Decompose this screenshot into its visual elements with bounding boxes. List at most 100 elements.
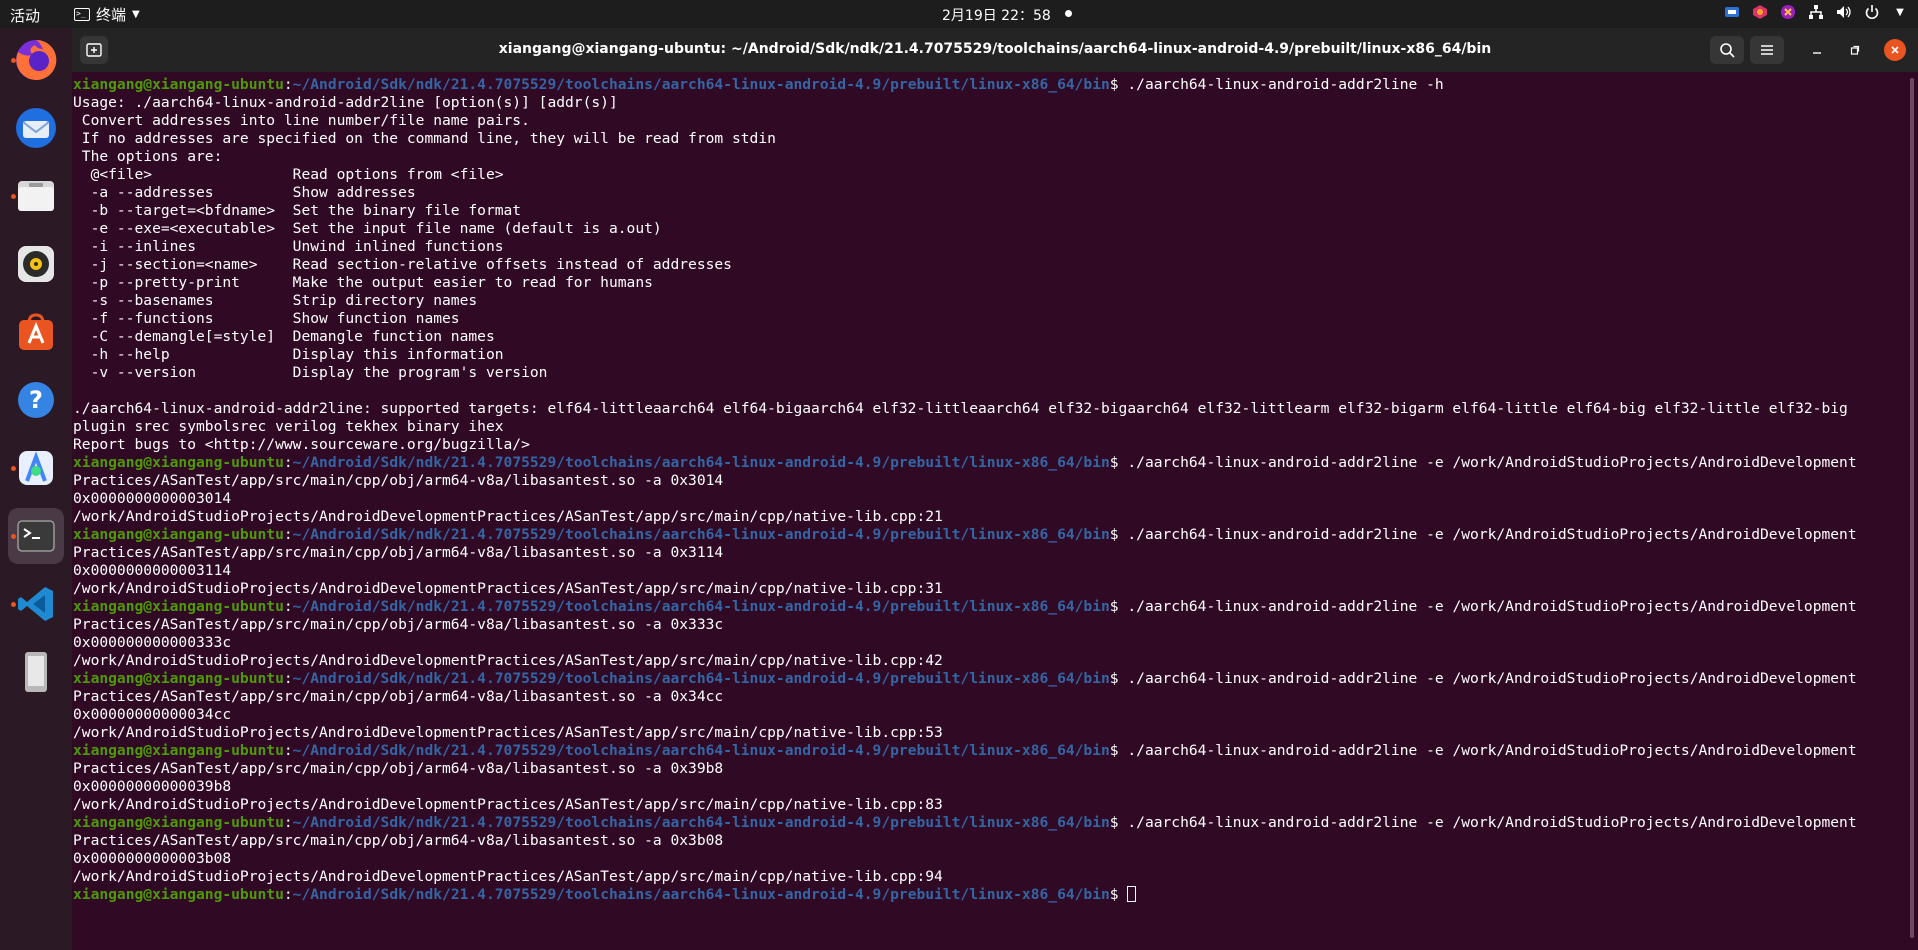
- software-store-icon: [19, 313, 53, 350]
- search-button[interactable]: [1710, 36, 1744, 64]
- close-button[interactable]: [1884, 39, 1906, 61]
- prompt-separator: :: [283, 814, 293, 831]
- prompt-separator: :: [283, 598, 293, 615]
- prompt-symbol: $: [1109, 76, 1128, 93]
- maximize-button[interactable]: [1845, 40, 1865, 60]
- notification-dot: [1065, 10, 1072, 17]
- output-line: -j --section=<name> Read section-relativ…: [73, 256, 732, 273]
- prompt-symbol: $: [1109, 670, 1128, 687]
- rhythmbox-icon: [18, 246, 54, 282]
- output-line: /work/AndroidStudioProjects/AndroidDevel…: [73, 652, 943, 669]
- output-line: -h --help Display this information: [73, 346, 504, 363]
- dock-item-files[interactable]: [8, 168, 64, 224]
- dock-item-android-studio[interactable]: [8, 440, 64, 496]
- prompt-separator: :: [283, 76, 293, 93]
- power-icon[interactable]: [1864, 4, 1880, 20]
- output-line: /work/AndroidStudioProjects/AndroidDevel…: [73, 580, 943, 597]
- dock-item-device[interactable]: [8, 644, 64, 700]
- help-icon: ?: [18, 382, 54, 418]
- output-line: -C --demangle[=style] Demangle function …: [73, 328, 495, 345]
- output-line: -e --exe=<executable> Set the input file…: [73, 220, 662, 237]
- command-text: ./aarch64-linux-android-addr2line -e /wo…: [1127, 526, 1857, 543]
- output-line: plugin srec symbolsrec verilog tekhex bi…: [73, 418, 504, 435]
- prompt-user: xiangang@xiangang-ubuntu: [73, 526, 284, 543]
- output-line: /work/AndroidStudioProjects/AndroidDevel…: [73, 724, 943, 741]
- output-line: /work/AndroidStudioProjects/AndroidDevel…: [73, 796, 943, 813]
- prompt-path: ~/Android/Sdk/ndk/21.4.7075529/toolchain…: [292, 670, 1110, 687]
- output-line: @<file> Read options from <file>: [73, 166, 504, 183]
- prompt-symbol: $: [1109, 814, 1128, 831]
- command-text: ./aarch64-linux-android-addr2line -e /wo…: [1127, 598, 1857, 615]
- app-menu[interactable]: >_ 终端 ▼: [74, 4, 140, 25]
- dock-item-terminal[interactable]: [8, 508, 64, 564]
- prompt-user: xiangang@xiangang-ubuntu: [73, 814, 284, 831]
- screen-recorder-icon[interactable]: [1780, 4, 1796, 20]
- top-bar: 活动 >_ 终端 ▼ 2月19日 22：58 ▼: [0, 0, 1918, 28]
- network-icon[interactable]: [1808, 4, 1824, 20]
- prompt-line: xiangang@xiangang-ubuntu:~/Android/Sdk/n…: [73, 742, 1903, 760]
- output-line: Practices/ASanTest/app/src/main/cpp/obj/…: [73, 832, 724, 849]
- device-icon: [25, 652, 47, 692]
- output-line: -f --functions Show function names: [73, 310, 460, 327]
- prompt-symbol: $: [1109, 886, 1128, 903]
- output-line: -v --version Display the program's versi…: [73, 364, 548, 381]
- firefox-icon: [16, 39, 57, 80]
- output-line: Practices/ASanTest/app/src/main/cpp/obj/…: [73, 616, 724, 633]
- output-line: 0x00000000000034cc: [73, 706, 232, 723]
- prompt-line: xiangang@xiangang-ubuntu:~/Android/Sdk/n…: [73, 886, 1903, 904]
- caret-down-icon: ▼: [132, 9, 140, 20]
- minimize-icon: [1813, 52, 1821, 54]
- output-line: Practices/ASanTest/app/src/main/cpp/obj/…: [73, 544, 724, 561]
- output-line: /work/AndroidStudioProjects/AndroidDevel…: [73, 868, 943, 885]
- prompt-separator: :: [283, 526, 293, 543]
- output-line: Convert addresses into line number/file …: [73, 112, 530, 129]
- app-indicator-icon[interactable]: [1752, 4, 1768, 20]
- app-menu-label: 终端: [96, 6, 127, 24]
- menu-button[interactable]: [1750, 36, 1784, 64]
- terminal-output: xiangang@xiangang-ubuntu:~/Android/Sdk/n…: [73, 76, 1903, 904]
- dock-item-software[interactable]: [8, 304, 64, 360]
- output-line: -p --pretty-print Make the output easier…: [73, 274, 653, 291]
- scrollbar[interactable]: [1910, 78, 1914, 938]
- prompt-path: ~/Android/Sdk/ndk/21.4.7075529/toolchain…: [292, 598, 1110, 615]
- prompt-line: xiangang@xiangang-ubuntu:~/Android/Sdk/n…: [73, 526, 1903, 544]
- output-line: If no addresses are specified on the com…: [73, 130, 776, 147]
- terminal-icon: [17, 520, 55, 552]
- dock-item-help[interactable]: ?: [8, 372, 64, 428]
- prompt-symbol: $: [1109, 526, 1128, 543]
- dock-item-firefox[interactable]: [8, 32, 64, 88]
- prompt-symbol: $: [1109, 742, 1128, 759]
- prompt-separator: :: [283, 742, 293, 759]
- command-text: ./aarch64-linux-android-addr2line -e /wo…: [1127, 814, 1857, 831]
- output-line: 0x000000000000333c: [73, 634, 232, 651]
- prompt-line: xiangang@xiangang-ubuntu:~/Android/Sdk/n…: [73, 454, 1903, 472]
- volume-icon[interactable]: [1836, 4, 1852, 20]
- input-method-icon[interactable]: [1724, 4, 1740, 20]
- prompt-path: ~/Android/Sdk/ndk/21.4.7075529/toolchain…: [292, 454, 1110, 471]
- command-text: ./aarch64-linux-android-addr2line -e /wo…: [1127, 454, 1857, 471]
- output-line: -s --basenames Strip directory names: [73, 292, 478, 309]
- clock[interactable]: 2月19日 22：58: [942, 5, 1051, 25]
- window-title: xiangang@xiangang-ubuntu: ~/Android/Sdk/…: [498, 41, 1492, 57]
- dock-item-vscode[interactable]: [8, 576, 64, 632]
- prompt-line: xiangang@xiangang-ubuntu:~/Android/Sdk/n…: [73, 670, 1903, 688]
- running-indicator: [11, 602, 16, 607]
- output-line: Report bugs to <http://www.sourceware.or…: [73, 436, 530, 453]
- output-line: 0x0000000000003b08: [73, 850, 232, 867]
- thunderbird-icon: [16, 108, 56, 148]
- activities-button[interactable]: 活动: [10, 5, 40, 26]
- vscode-icon: [18, 587, 53, 621]
- prompt-user: xiangang@xiangang-ubuntu: [73, 598, 284, 615]
- output-line: -i --inlines Unwind inlined functions: [73, 238, 504, 255]
- prompt-separator: :: [283, 454, 293, 471]
- minimize-button[interactable]: [1807, 40, 1827, 60]
- terminal-view[interactable]: xiangang@xiangang-ubuntu:~/Android/Sdk/n…: [72, 72, 1918, 950]
- dock-item-rhythmbox[interactable]: [8, 236, 64, 292]
- dock-item-thunderbird[interactable]: [8, 100, 64, 156]
- chevron-down-icon[interactable]: ▼: [1892, 4, 1908, 20]
- prompt-symbol: $: [1109, 454, 1128, 471]
- output-line: Usage: ./aarch64-linux-android-addr2line…: [73, 94, 618, 111]
- running-indicator: [11, 534, 16, 539]
- dock: ?: [0, 28, 72, 950]
- command-text: ./aarch64-linux-android-addr2line -h: [1127, 76, 1444, 93]
